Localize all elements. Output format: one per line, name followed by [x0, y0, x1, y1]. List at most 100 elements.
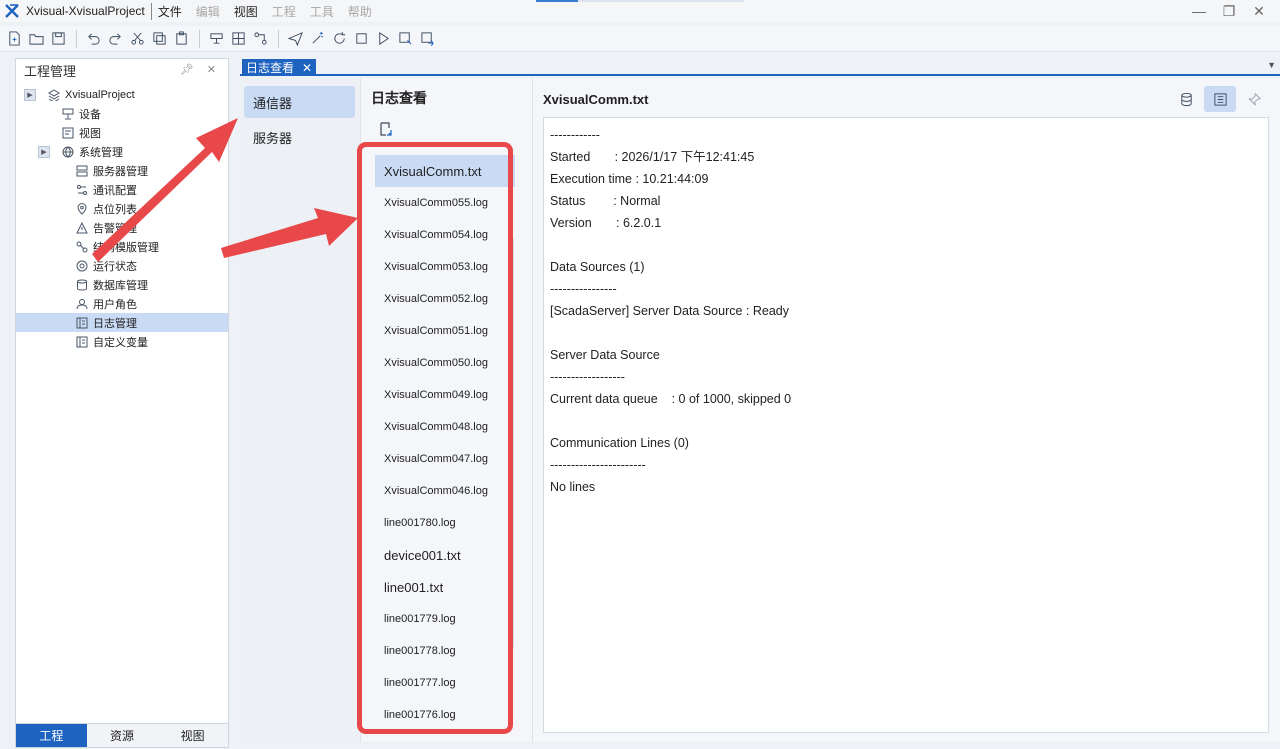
log-file-item[interactable]: line001777.log: [375, 667, 515, 699]
open-folder-icon[interactable]: [26, 29, 46, 49]
paste-icon[interactable]: [171, 29, 191, 49]
tree-item[interactable]: 运行状态: [16, 256, 228, 275]
log-file-item[interactable]: line001.txt: [375, 571, 515, 603]
pin-icon[interactable]: 📌︎: [180, 63, 194, 76]
redo-icon[interactable]: [105, 29, 125, 49]
log-file-item[interactable]: XvisualComm.txt: [375, 155, 515, 187]
grid-tool-icon[interactable]: [228, 29, 248, 49]
run-step-icon[interactable]: [395, 29, 415, 49]
panel-tab[interactable]: 视图: [157, 724, 229, 747]
log-file-item[interactable]: line001776.log: [375, 699, 515, 731]
tree-item[interactable]: 视图: [16, 123, 228, 142]
tree-item[interactable]: 数据库管理: [16, 275, 228, 294]
panel-tab[interactable]: 资源: [86, 724, 158, 747]
device-tool-icon[interactable]: [206, 29, 226, 49]
device-icon: [62, 108, 74, 120]
menu-item-4[interactable]: 工具: [310, 3, 334, 20]
log-source-nav-item[interactable]: 通信器: [244, 86, 355, 118]
log-file-item[interactable]: XvisualComm048.log: [375, 411, 515, 443]
tab-dropdown-icon[interactable]: ▼: [1267, 60, 1276, 70]
magic-icon[interactable]: [307, 29, 327, 49]
log-file-item[interactable]: XvisualComm047.log: [375, 443, 515, 475]
log-file-item[interactable]: device001.txt: [375, 539, 515, 571]
new-file-icon[interactable]: [4, 29, 24, 49]
save-icon[interactable]: [48, 29, 68, 49]
tree-item-label: 点位列表: [93, 203, 137, 216]
log-list-title: 日志查看: [371, 90, 427, 106]
tree-item[interactable]: 结构模版管理: [16, 237, 228, 256]
cut-icon[interactable]: [127, 29, 147, 49]
close-panel-icon[interactable]: ✕: [207, 63, 216, 76]
tree-item-label: 告警管理: [93, 222, 137, 235]
tree-item[interactable]: 通讯配置: [16, 180, 228, 199]
refresh-icon[interactable]: [329, 29, 349, 49]
view-icon: [62, 127, 74, 139]
log-source-nav-item[interactable]: 服务器: [244, 121, 355, 153]
log-line: ----------------: [550, 282, 617, 296]
log-file-item[interactable]: XvisualComm051.log: [375, 315, 515, 347]
title-bar: Xvisual-XvisualProject 文件 编辑 视图 工程 工具 帮助 — ❐ …: [0, 0, 1280, 22]
log-file-item[interactable]: XvisualComm049.log: [375, 379, 515, 411]
log-line: Current data queue : 0 of 1000, skipped …: [550, 392, 792, 406]
tree-item[interactable]: 服务器管理: [16, 161, 228, 180]
tree-item[interactable]: 日志管理: [16, 313, 228, 332]
export-icon[interactable]: [417, 29, 437, 49]
play-icon[interactable]: [373, 29, 393, 49]
run-status-icon: [76, 260, 88, 272]
log-line: ------------------: [550, 370, 625, 384]
minimize-icon[interactable]: —: [1184, 0, 1214, 22]
restore-icon[interactable]: ❐: [1214, 0, 1244, 22]
close-tab-icon[interactable]: ✕: [302, 61, 312, 75]
log-file-column: 日志查看 XvisualComm.txt XvisualComm055.log Xv…: [360, 78, 532, 742]
stop-icon[interactable]: [351, 29, 371, 49]
list-view-icon[interactable]: [1204, 86, 1236, 112]
log-line: Started : 2026/1/17 下午12:41:45: [550, 150, 755, 164]
log-file-item[interactable]: XvisualComm050.log: [375, 347, 515, 379]
tab-log-viewer[interactable]: 日志查看 ✕: [242, 59, 317, 76]
log-file-item[interactable]: line001780.log: [375, 507, 515, 539]
database-view-icon[interactable]: [1170, 86, 1202, 112]
tree-item-label: 自定义变量: [93, 336, 148, 349]
link-tool-icon[interactable]: [250, 29, 270, 49]
tree-item[interactable]: ▶ XvisualProject: [16, 85, 228, 104]
menu-item-1[interactable]: 编辑: [196, 3, 220, 20]
log-file-item[interactable]: line001778.log: [375, 635, 515, 667]
log-file-item[interactable]: XvisualComm053.log: [375, 251, 515, 283]
tree-item-label: 结构模版管理: [93, 241, 159, 254]
log-file-item[interactable]: line001779.log: [375, 603, 515, 635]
copy-icon[interactable]: [149, 29, 169, 49]
log-icon: [76, 317, 88, 329]
menu-item-5[interactable]: 帮助: [348, 3, 372, 20]
log-file-item[interactable]: XvisualComm054.log: [375, 219, 515, 251]
tree-item-label: 服务器管理: [93, 165, 148, 178]
expand-toggle-icon[interactable]: ▶: [24, 88, 36, 101]
menu-item-2[interactable]: 视图: [234, 3, 258, 20]
tree-item[interactable]: 设备: [16, 104, 228, 123]
log-source-nav: 通信器 服务器: [240, 78, 360, 742]
tree-item[interactable]: 点位列表: [16, 199, 228, 218]
tree-item[interactable]: ▶ 系统管理: [16, 142, 228, 161]
send-icon[interactable]: [285, 29, 305, 49]
menu-item-3[interactable]: 工程: [272, 3, 296, 20]
tree-item[interactable]: 自定义变量: [16, 332, 228, 351]
window-title: Xvisual-XvisualProject: [26, 4, 145, 18]
file-list-scrollbar[interactable]: [510, 238, 514, 648]
close-window-icon[interactable]: ✕: [1244, 0, 1274, 22]
tree-item[interactable]: 用户角色: [16, 294, 228, 313]
reload-list-icon[interactable]: [378, 121, 394, 137]
pin-detail-icon[interactable]: [1238, 86, 1270, 112]
log-line: Version : 6.2.0.1: [550, 216, 662, 230]
log-file-item[interactable]: XvisualComm055.log: [375, 187, 515, 219]
tree-item-label: XvisualProject: [65, 88, 135, 101]
toolbar-separator: [278, 29, 279, 48]
undo-icon[interactable]: [83, 29, 103, 49]
log-file-item[interactable]: XvisualComm052.log: [375, 283, 515, 315]
menu-item-0[interactable]: 文件: [158, 3, 182, 20]
panel-tab[interactable]: 工程: [16, 724, 87, 747]
log-file-item[interactable]: XvisualComm046.log: [375, 475, 515, 507]
expand-toggle-icon[interactable]: ▶: [38, 145, 50, 158]
tree-item[interactable]: 告警管理: [16, 218, 228, 237]
tree-item-label: 数据库管理: [93, 279, 148, 292]
user-role-icon: [76, 298, 88, 310]
